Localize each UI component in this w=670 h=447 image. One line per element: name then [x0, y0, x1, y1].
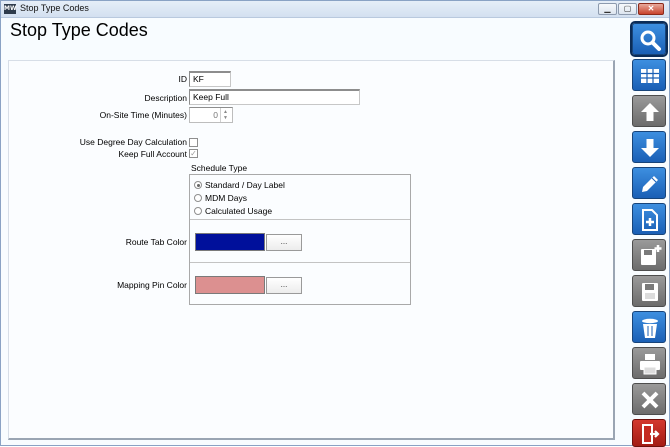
keep-full-checkbox[interactable]: ✓ — [189, 149, 198, 158]
arrow-down-icon — [641, 139, 659, 157]
radio-icon[interactable] — [194, 207, 202, 215]
window-title: Stop Type Codes — [20, 3, 89, 13]
grid-view-button[interactable] — [632, 59, 666, 91]
id-field[interactable]: KF — [189, 71, 231, 87]
radio-standard-day-label[interactable]: Standard / Day Label — [194, 180, 285, 192]
onsite-time-label: On-Site Time (Minutes) — [99, 110, 187, 120]
edit-button[interactable] — [632, 167, 666, 199]
route-tab-color-picker-button[interactable]: ... — [266, 234, 302, 251]
exit-button[interactable] — [632, 419, 666, 447]
grid-icon — [641, 69, 659, 83]
print-button[interactable] — [632, 347, 666, 379]
title-bar[interactable]: MW Stop Type Codes ▁ ▢ ✕ — [1, 1, 669, 18]
keep-full-label: Keep Full Account — [118, 149, 187, 159]
new-record-button[interactable] — [632, 203, 666, 235]
app-window: MW Stop Type Codes ▁ ▢ ✕ Stop Type Codes… — [0, 0, 670, 447]
radio-label: Standard / Day Label — [205, 180, 285, 190]
radio-label: Calculated Usage — [205, 206, 273, 216]
maximize-button[interactable]: ▢ — [618, 3, 637, 15]
search-icon — [640, 30, 661, 51]
radio-label: MDM Days — [205, 193, 248, 203]
description-label: Description — [144, 93, 187, 103]
onsite-time-stepper[interactable]: 0 ▲ ▼ — [189, 107, 233, 123]
save-new-icon — [641, 245, 662, 265]
onsite-time-value: 0 — [213, 110, 218, 120]
trash-icon — [642, 318, 658, 338]
spin-down-icon[interactable]: ▼ — [223, 115, 228, 121]
radio-icon[interactable] — [194, 194, 202, 202]
delete-button[interactable] — [632, 311, 666, 343]
save-as-new-button[interactable] — [632, 239, 666, 271]
mapping-pin-color-picker-button[interactable]: ... — [266, 277, 302, 294]
mapping-pin-color-label: Mapping Pin Color — [117, 280, 187, 290]
save-button[interactable] — [632, 275, 666, 307]
save-icon — [642, 283, 658, 301]
arrow-up-icon — [641, 103, 659, 121]
degree-day-checkbox[interactable] — [189, 138, 198, 147]
description-field[interactable]: Keep Full — [189, 89, 360, 105]
cancel-button[interactable] — [632, 383, 666, 415]
id-label: ID — [178, 74, 188, 84]
app-logo-icon: MW — [4, 4, 17, 14]
schedule-type-label: Schedule Type — [191, 163, 248, 173]
spinner-arrows[interactable]: ▲ ▼ — [220, 108, 232, 122]
mapping-pin-color-swatch — [195, 276, 265, 294]
radio-selected-icon[interactable] — [194, 181, 202, 189]
exit-door-icon — [642, 424, 660, 444]
radio-calculated-usage[interactable]: Calculated Usage — [194, 206, 272, 218]
print-icon — [640, 354, 660, 375]
new-document-icon — [642, 209, 658, 231]
pencil-icon — [642, 176, 658, 192]
page-title: Stop Type Codes — [10, 20, 148, 40]
degree-day-label: Use Degree Day Calculation — [79, 137, 187, 147]
route-tab-color-label: Route Tab Color — [125, 237, 187, 247]
schedule-type-section: Standard / Day Label MDM Days Calculated… — [190, 175, 410, 220]
minimize-button[interactable]: ▁ — [598, 3, 617, 15]
route-tab-color-swatch — [195, 233, 265, 251]
search-button[interactable] — [630, 21, 668, 57]
radio-mdm-days[interactable]: MDM Days — [194, 193, 247, 205]
close-window-button[interactable]: ✕ — [638, 3, 664, 15]
previous-record-button[interactable] — [632, 95, 666, 127]
close-x-icon — [641, 391, 659, 409]
next-record-button[interactable] — [632, 131, 666, 163]
